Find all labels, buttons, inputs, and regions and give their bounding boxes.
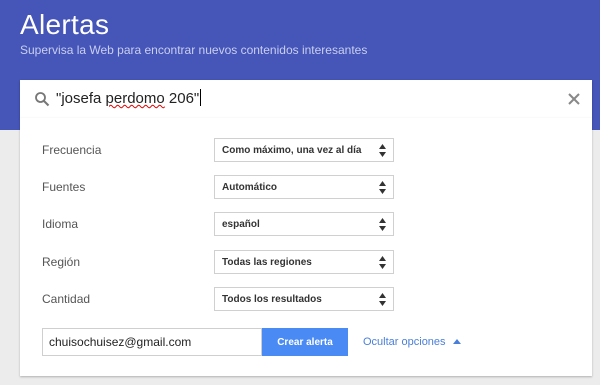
select-arrows-icon xyxy=(379,256,386,269)
quantity-value: Todos los resultados xyxy=(222,294,322,305)
close-icon[interactable] xyxy=(566,91,582,107)
select-arrows-icon xyxy=(379,293,386,306)
option-row-sources: Fuentes Automático xyxy=(42,175,394,201)
language-value: español xyxy=(222,219,260,230)
quantity-label: Cantidad xyxy=(42,292,91,306)
language-select[interactable]: español xyxy=(214,212,394,236)
sources-select[interactable]: Automático xyxy=(214,175,394,199)
search-input[interactable]: "josefa perdomo 206" xyxy=(56,89,202,107)
option-row-language: Idioma español xyxy=(42,212,394,238)
option-row-quantity: Cantidad Todos los resultados xyxy=(42,287,394,313)
hide-options-link[interactable]: Ocultar opciones xyxy=(363,336,461,348)
sources-value: Automático xyxy=(222,182,277,193)
select-arrows-icon xyxy=(379,144,386,157)
option-row-region: Región Todas las regiones xyxy=(42,250,394,276)
select-arrows-icon xyxy=(379,218,386,231)
text-caret xyxy=(200,89,202,106)
search-box[interactable]: "josefa perdomo 206" xyxy=(20,80,592,118)
page-title: Alertas xyxy=(20,9,110,40)
page-subtitle: Supervisa la Web para encontrar nuevos c… xyxy=(20,43,368,57)
language-label: Idioma xyxy=(42,217,79,231)
region-label: Región xyxy=(42,255,81,269)
search-query-end: 206" xyxy=(164,90,200,107)
sources-label: Fuentes xyxy=(42,180,86,194)
quantity-select[interactable]: Todos los resultados xyxy=(214,287,394,311)
options-panel: Frecuencia Como máximo, una vez al día F… xyxy=(20,118,592,376)
option-row-frequency: Frecuencia Como máximo, una vez al día xyxy=(42,138,394,164)
region-select[interactable]: Todas las regiones xyxy=(214,250,394,274)
triangle-up-icon xyxy=(452,339,461,344)
frequency-label: Frecuencia xyxy=(42,143,102,157)
region-value: Todas las regiones xyxy=(222,257,312,268)
create-alert-button[interactable]: Crear alerta xyxy=(262,328,348,356)
email-field[interactable]: chuisochuisez@gmail.com xyxy=(42,328,262,356)
email-value: chuisochuisez@gmail.com xyxy=(49,335,192,349)
search-icon xyxy=(35,92,50,107)
frequency-value: Como máximo, una vez al día xyxy=(222,145,362,156)
search-query-start: "josefa xyxy=(56,90,106,107)
frequency-select[interactable]: Como máximo, una vez al día xyxy=(214,138,394,162)
select-arrows-icon xyxy=(379,181,386,194)
hide-options-label: Ocultar opciones xyxy=(363,336,446,348)
search-query-misspelled-word: perdomo xyxy=(105,90,165,107)
